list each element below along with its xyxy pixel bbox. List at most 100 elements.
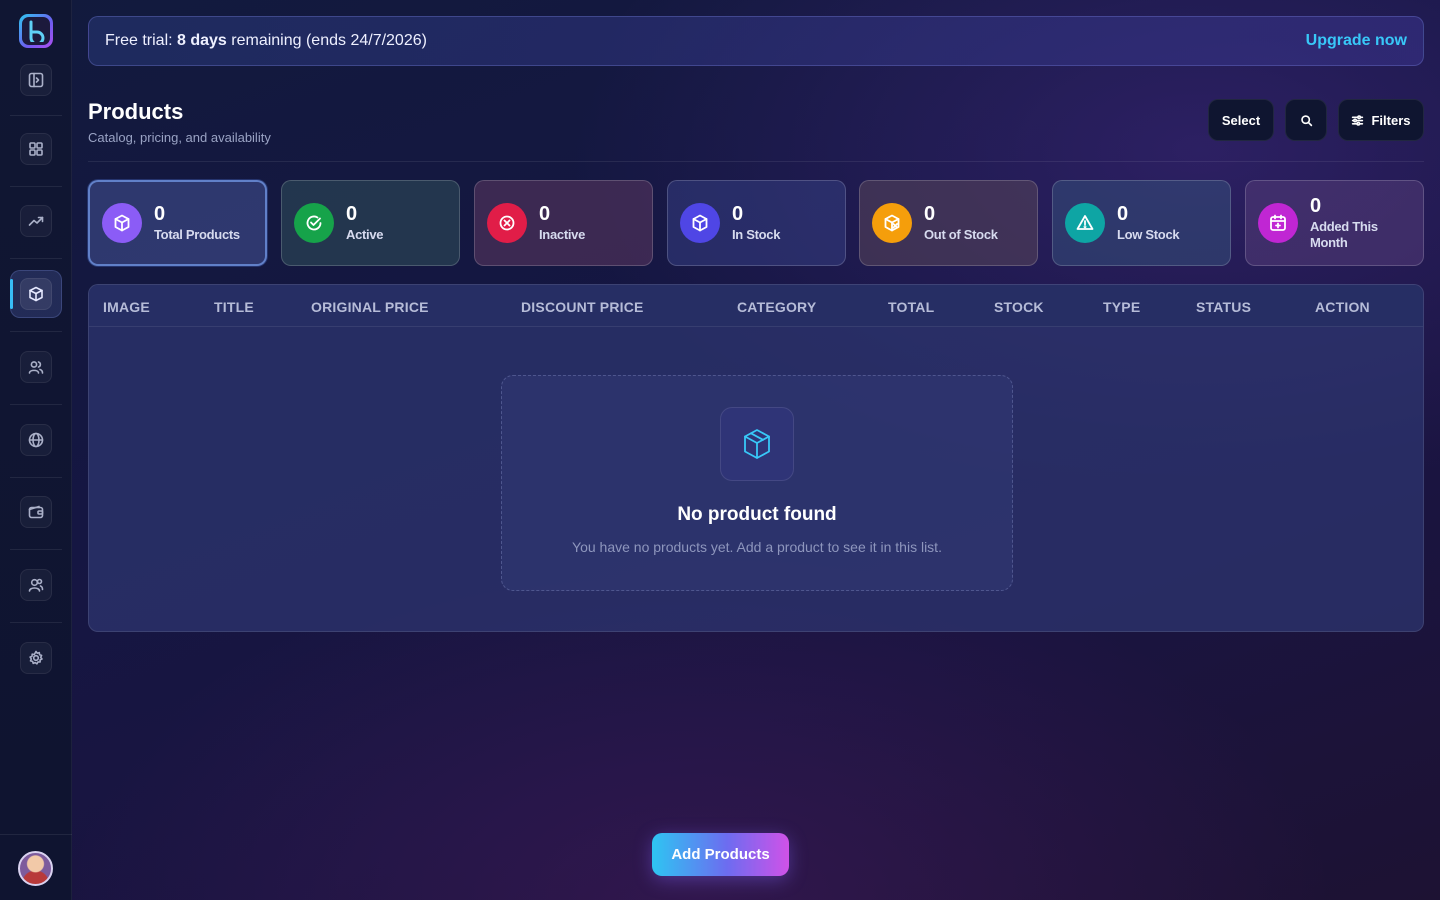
- sidebar-divider: [10, 115, 62, 116]
- stat-value: 0: [346, 203, 358, 225]
- trial-prefix: Free trial:: [105, 32, 178, 49]
- column-header-discount-price[interactable]: DISCOUNT PRICE: [521, 299, 644, 315]
- sidebar-divider: [10, 622, 62, 623]
- column-header-type[interactable]: TYPE: [1103, 299, 1140, 315]
- stat-label: Active: [346, 227, 384, 242]
- box-icon: [744, 429, 770, 459]
- stat-icon-badge: [872, 203, 912, 243]
- sliders-icon: [1352, 114, 1364, 126]
- team-icon: [28, 578, 44, 592]
- wallet-icon: [28, 505, 44, 519]
- analytics-icon: [28, 216, 44, 226]
- stat-card-inactive[interactable]: 0 Inactive: [474, 180, 653, 266]
- settings-icon: [29, 650, 43, 665]
- x-circle-icon: [499, 215, 515, 231]
- sidebar-divider: [10, 186, 62, 187]
- stat-card-added-this-month[interactable]: 0 Added This Month: [1245, 180, 1424, 266]
- column-header-image[interactable]: IMAGE: [103, 299, 150, 315]
- check-circle-icon: [306, 215, 322, 231]
- header-divider: [88, 161, 1424, 162]
- products-table: IMAGE TITLE ORIGINAL PRICE DISCOUNT PRIC…: [88, 284, 1424, 632]
- products-icon: [29, 286, 43, 302]
- stat-label: Total Products: [154, 227, 240, 242]
- users-icon: [28, 361, 44, 374]
- add-products-button[interactable]: Add Products: [652, 833, 789, 876]
- sidebar-divider: [10, 549, 62, 550]
- sidebar-item-settings[interactable]: [20, 642, 52, 674]
- stat-value: 0: [154, 203, 166, 225]
- calendar-plus-icon: [1270, 214, 1286, 231]
- stat-value: 0: [1310, 195, 1322, 217]
- page-title: Products: [88, 99, 184, 124]
- stat-label: Inactive: [539, 227, 586, 242]
- search-button[interactable]: [1285, 99, 1327, 141]
- stat-value: 0: [539, 203, 551, 225]
- panel-toggle-icon: [28, 72, 44, 88]
- filters-button[interactable]: Filters: [1338, 99, 1424, 141]
- stat-icon-badge: [102, 203, 142, 243]
- sidebar-item-products[interactable]: [20, 278, 52, 310]
- sidebar-bottom-divider: [0, 834, 72, 835]
- upgrade-link[interactable]: Upgrade now: [1306, 32, 1407, 50]
- stat-value: 0: [1117, 203, 1129, 225]
- search-icon: [1300, 114, 1312, 126]
- globe-icon: [28, 432, 44, 448]
- box-icon: [692, 214, 708, 232]
- column-header-action[interactable]: ACTION: [1315, 299, 1370, 315]
- app-logo[interactable]: [19, 14, 53, 48]
- page-subtitle: Catalog, pricing, and availability: [88, 130, 271, 145]
- empty-state-message: You have no products yet. Add a product …: [572, 539, 942, 555]
- sidebar-item-analytics[interactable]: [20, 205, 52, 237]
- empty-state-title: No product found: [677, 504, 837, 525]
- panel-toggle-button[interactable]: [20, 64, 52, 96]
- sidebar-item-users[interactable]: [20, 351, 52, 383]
- sidebar-item-team[interactable]: [20, 569, 52, 601]
- sidebar-divider: [10, 404, 62, 405]
- filters-label: Filters: [1371, 112, 1411, 128]
- stat-value: 0: [924, 203, 936, 225]
- stat-icon-badge: [1258, 203, 1298, 243]
- box-icon: [114, 214, 130, 232]
- stat-label: Added This Month: [1310, 219, 1378, 250]
- column-header-status[interactable]: STATUS: [1196, 299, 1251, 315]
- stat-label: Out of Stock: [924, 227, 998, 242]
- user-avatar[interactable]: [18, 851, 53, 886]
- stat-icon-badge: [1065, 203, 1105, 243]
- table-header: IMAGE TITLE ORIGINAL PRICE DISCOUNT PRIC…: [89, 285, 1423, 327]
- column-header-original-price[interactable]: ORIGINAL PRICE: [311, 299, 429, 315]
- column-header-category[interactable]: CATEGORY: [737, 299, 816, 315]
- stat-card-total-products[interactable]: 0 Total Products: [88, 180, 267, 266]
- sidebar-item-wallet[interactable]: [20, 496, 52, 528]
- stat-value: 0: [732, 203, 744, 225]
- stat-label: Low Stock: [1117, 227, 1180, 242]
- stat-card-out-of-stock[interactable]: 0 Out of Stock: [859, 180, 1038, 266]
- column-header-title[interactable]: TITLE: [214, 299, 254, 315]
- sidebar-item-dashboard[interactable]: [20, 133, 52, 165]
- empty-state: No product found You have no products ye…: [501, 375, 1013, 591]
- sidebar: [0, 0, 72, 900]
- dashboard-icon: [29, 142, 43, 156]
- sidebar-item-globe[interactable]: [20, 424, 52, 456]
- stat-card-low-stock[interactable]: 0 Low Stock: [1052, 180, 1231, 266]
- stat-label: In Stock: [732, 227, 781, 242]
- column-header-stock[interactable]: STOCK: [994, 299, 1044, 315]
- sidebar-active-indicator: [10, 279, 13, 309]
- column-header-total[interactable]: TOTAL: [888, 299, 934, 315]
- sidebar-divider: [10, 331, 62, 332]
- stat-icon-badge: [294, 203, 334, 243]
- stat-icon-badge: [487, 203, 527, 243]
- trial-suffix: remaining (ends 24/7/2026): [226, 32, 427, 49]
- select-button[interactable]: Select: [1208, 99, 1274, 141]
- empty-state-icon-badge: [720, 407, 794, 481]
- stat-icon-badge: [680, 203, 720, 243]
- trial-days: 8 days: [177, 32, 227, 49]
- sidebar-divider: [10, 258, 62, 259]
- stat-card-active[interactable]: 0 Active: [281, 180, 460, 266]
- trial-banner: Free trial: 8 days remaining (ends 24/7/…: [88, 16, 1424, 66]
- select-label: Select: [1221, 112, 1261, 128]
- box-off-icon: [884, 214, 900, 232]
- warning-icon: [1076, 215, 1094, 230]
- trial-message: Free trial: 8 days remaining (ends 24/7/…: [105, 32, 427, 50]
- stat-card-in-stock[interactable]: 0 In Stock: [667, 180, 846, 266]
- sidebar-divider: [10, 477, 62, 478]
